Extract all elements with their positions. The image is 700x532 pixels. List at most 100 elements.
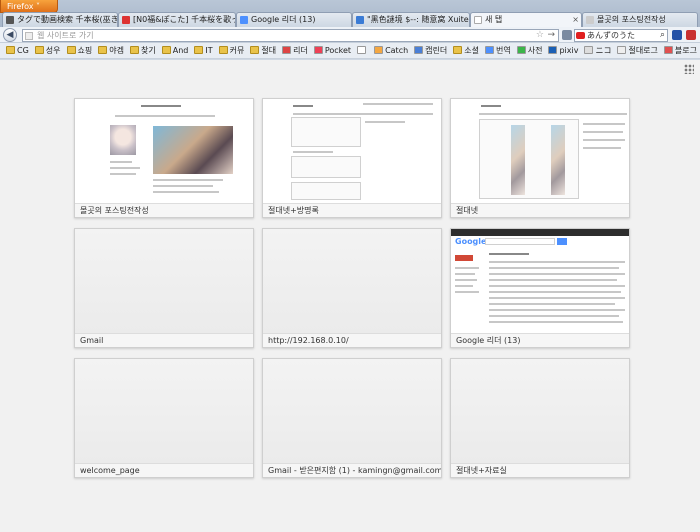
tab-label: 새 탭 [485,15,503,24]
bookmark-label: Pocket [324,46,352,55]
folder-icon [161,46,171,54]
bookmark-folder[interactable]: 소셜 [453,43,479,58]
thumbnail-tile[interactable]: Google Google 리더 (13) [450,228,630,348]
bookmark-item[interactable]: Pocket [313,43,352,58]
bookmark-label: 소셜 [464,46,479,55]
folder-icon [6,46,15,54]
tab-label: [N0福&ぽこた] 千本桜を歌って... [133,15,235,24]
bookmark-folder[interactable]: 야겜 [98,43,124,58]
site-favicon-icon [357,46,367,54]
bookmark-item[interactable]: 리더 [282,43,308,58]
bookmark-folder[interactable]: IT [194,43,213,58]
bookmark-label: 절대 [261,46,277,55]
bookmark-label: 절대로그 [628,46,658,55]
bookmark-item[interactable]: ニコ [584,43,611,58]
close-tab-icon[interactable]: × [572,13,579,26]
folder-icon [130,46,139,54]
site-favicon-icon [414,46,424,54]
bookmark-item[interactable]: pixiv [548,43,578,58]
url-bar[interactable]: 웹 사이트로 가기 ☆ → [22,29,559,42]
bookmark-item[interactable]: 절대로그 [617,43,658,58]
tab-label: Google 리더 (13) [251,15,316,24]
tile-title: Gmail - 받은편지함 (1) - kamingn@gmail.com [263,463,441,477]
bookmark-label: 캡린더 [425,46,448,55]
folder-icon [194,46,204,54]
bookmark-folder[interactable]: CG [6,43,29,58]
tile-title: 절대넷+자료실 [451,463,629,477]
site-favicon-icon [484,46,494,54]
tile-title: 절대넷 [451,203,629,217]
bookmark-label: 찾기 [141,46,156,55]
thumbnail-tile[interactable]: Gmail - 받은편지함 (1) - kamingn@gmail.com [262,358,442,478]
go-arrow-icon[interactable]: → [547,30,555,41]
extension-icon[interactable] [562,30,572,40]
bookmark-label: 성우 [45,46,61,55]
tab-label: タグで動画検索 千本桜(巫ききP... [17,15,118,24]
page-thumbnail [75,359,253,463]
bookmark-item[interactable] [357,43,368,58]
bookmark-label: IT [205,46,213,55]
bookmark-folder[interactable]: 성우 [34,43,61,58]
tab-4[interactable]: "黑色謎境 $--: 随意窝 Xuite日... [352,12,470,27]
thumbnail-tile[interactable]: welcome_page [74,358,254,478]
addon-icon[interactable] [686,30,696,40]
site-favicon-icon [584,46,594,54]
url-placeholder: 웹 사이트로 가기 [37,31,94,40]
bookmark-star-icon[interactable]: ☆ [536,30,544,41]
site-favicon-icon [282,46,292,54]
thumbnail-tile[interactable]: http://192.168.0.10/ [262,228,442,348]
bookmark-label: And [172,46,189,55]
grid-toggle-icon[interactable] [684,64,694,74]
bookmark-label: 블로그 [674,46,697,55]
back-button[interactable]: ◀ [3,28,17,42]
bookmark-item[interactable]: 사전 [516,43,542,58]
youtube-engine-icon[interactable] [576,32,585,39]
google-reader-favicon-icon [240,16,248,24]
bookmark-folder[interactable]: 절대 [250,43,276,58]
addon-icon[interactable] [672,30,682,40]
bookmark-label: CG [17,46,29,55]
site-favicon-icon [313,46,323,54]
folder-icon [34,46,44,54]
thumbnail-tile[interactable]: 절대넷 [450,98,630,218]
tab-3[interactable]: Google 리더 (13) [236,12,352,27]
folder-icon [250,46,260,54]
tile-title: http://192.168.0.10/ [263,333,441,347]
page-thumbnail [263,99,441,203]
tab-1[interactable]: タグで動画検索 千本桜(巫ききP... [2,12,118,27]
bookmark-folder[interactable]: And [161,43,189,58]
thumbnail-tile[interactable]: 몰곳의 포스팅전작성 [74,98,254,218]
site-favicon-icon [374,46,384,54]
search-icon[interactable]: ⌕ [660,30,665,41]
thumbnail-tile[interactable]: 절대넷+자료실 [450,358,630,478]
site-favicon-icon [548,46,558,54]
thumbnail-tile[interactable]: Gmail [74,228,254,348]
page-thumbnail [451,99,629,203]
bookmarks-toolbar: CG 성우 쇼핑 야겜 찾기 And IT 커뮤 절대 리더 Pocket Catch 캡린더 소셜 번역 사… [0,43,700,59]
bookmark-label: 리더 [293,46,308,55]
tab-2[interactable]: [N0福&ぽこた] 千本桜を歌って... [118,12,236,27]
search-box[interactable]: あんずのうた ⌕ [574,29,668,42]
bookmark-item[interactable]: 블로그 [663,43,697,58]
page-thumbnail [451,359,629,463]
bookmark-label: 쇼핑 [77,46,93,55]
bookmark-folder[interactable]: 커뮤 [218,43,245,58]
bookmark-label: 커뮤 [229,46,245,55]
site-favicon-icon [617,46,627,54]
bookmark-folder[interactable]: 쇼핑 [66,43,93,58]
page-thumbnail: Google [451,229,629,333]
tile-title: welcome_page [75,463,253,477]
bookmark-folder[interactable]: 찾기 [130,43,156,58]
thumbnail-tile[interactable]: 절대넷+방명록 [262,98,442,218]
site-identity-icon[interactable] [25,32,33,40]
tile-title: 몰곳의 포스팅전작성 [75,203,253,217]
tab-new-tab[interactable]: 새 탭 × [470,12,582,27]
tab-label: 몰곳의 포스팅전작성 [597,15,666,24]
tab-6[interactable]: 몰곳의 포스팅전작성 [582,12,698,27]
bookmark-label: 번역 [495,46,511,55]
folder-icon [453,46,463,54]
bookmark-item[interactable]: Catch [374,43,408,58]
page-favicon-icon [122,16,130,24]
bookmark-item[interactable]: 번역 [484,43,511,58]
bookmark-item[interactable]: 캡린더 [414,43,447,58]
